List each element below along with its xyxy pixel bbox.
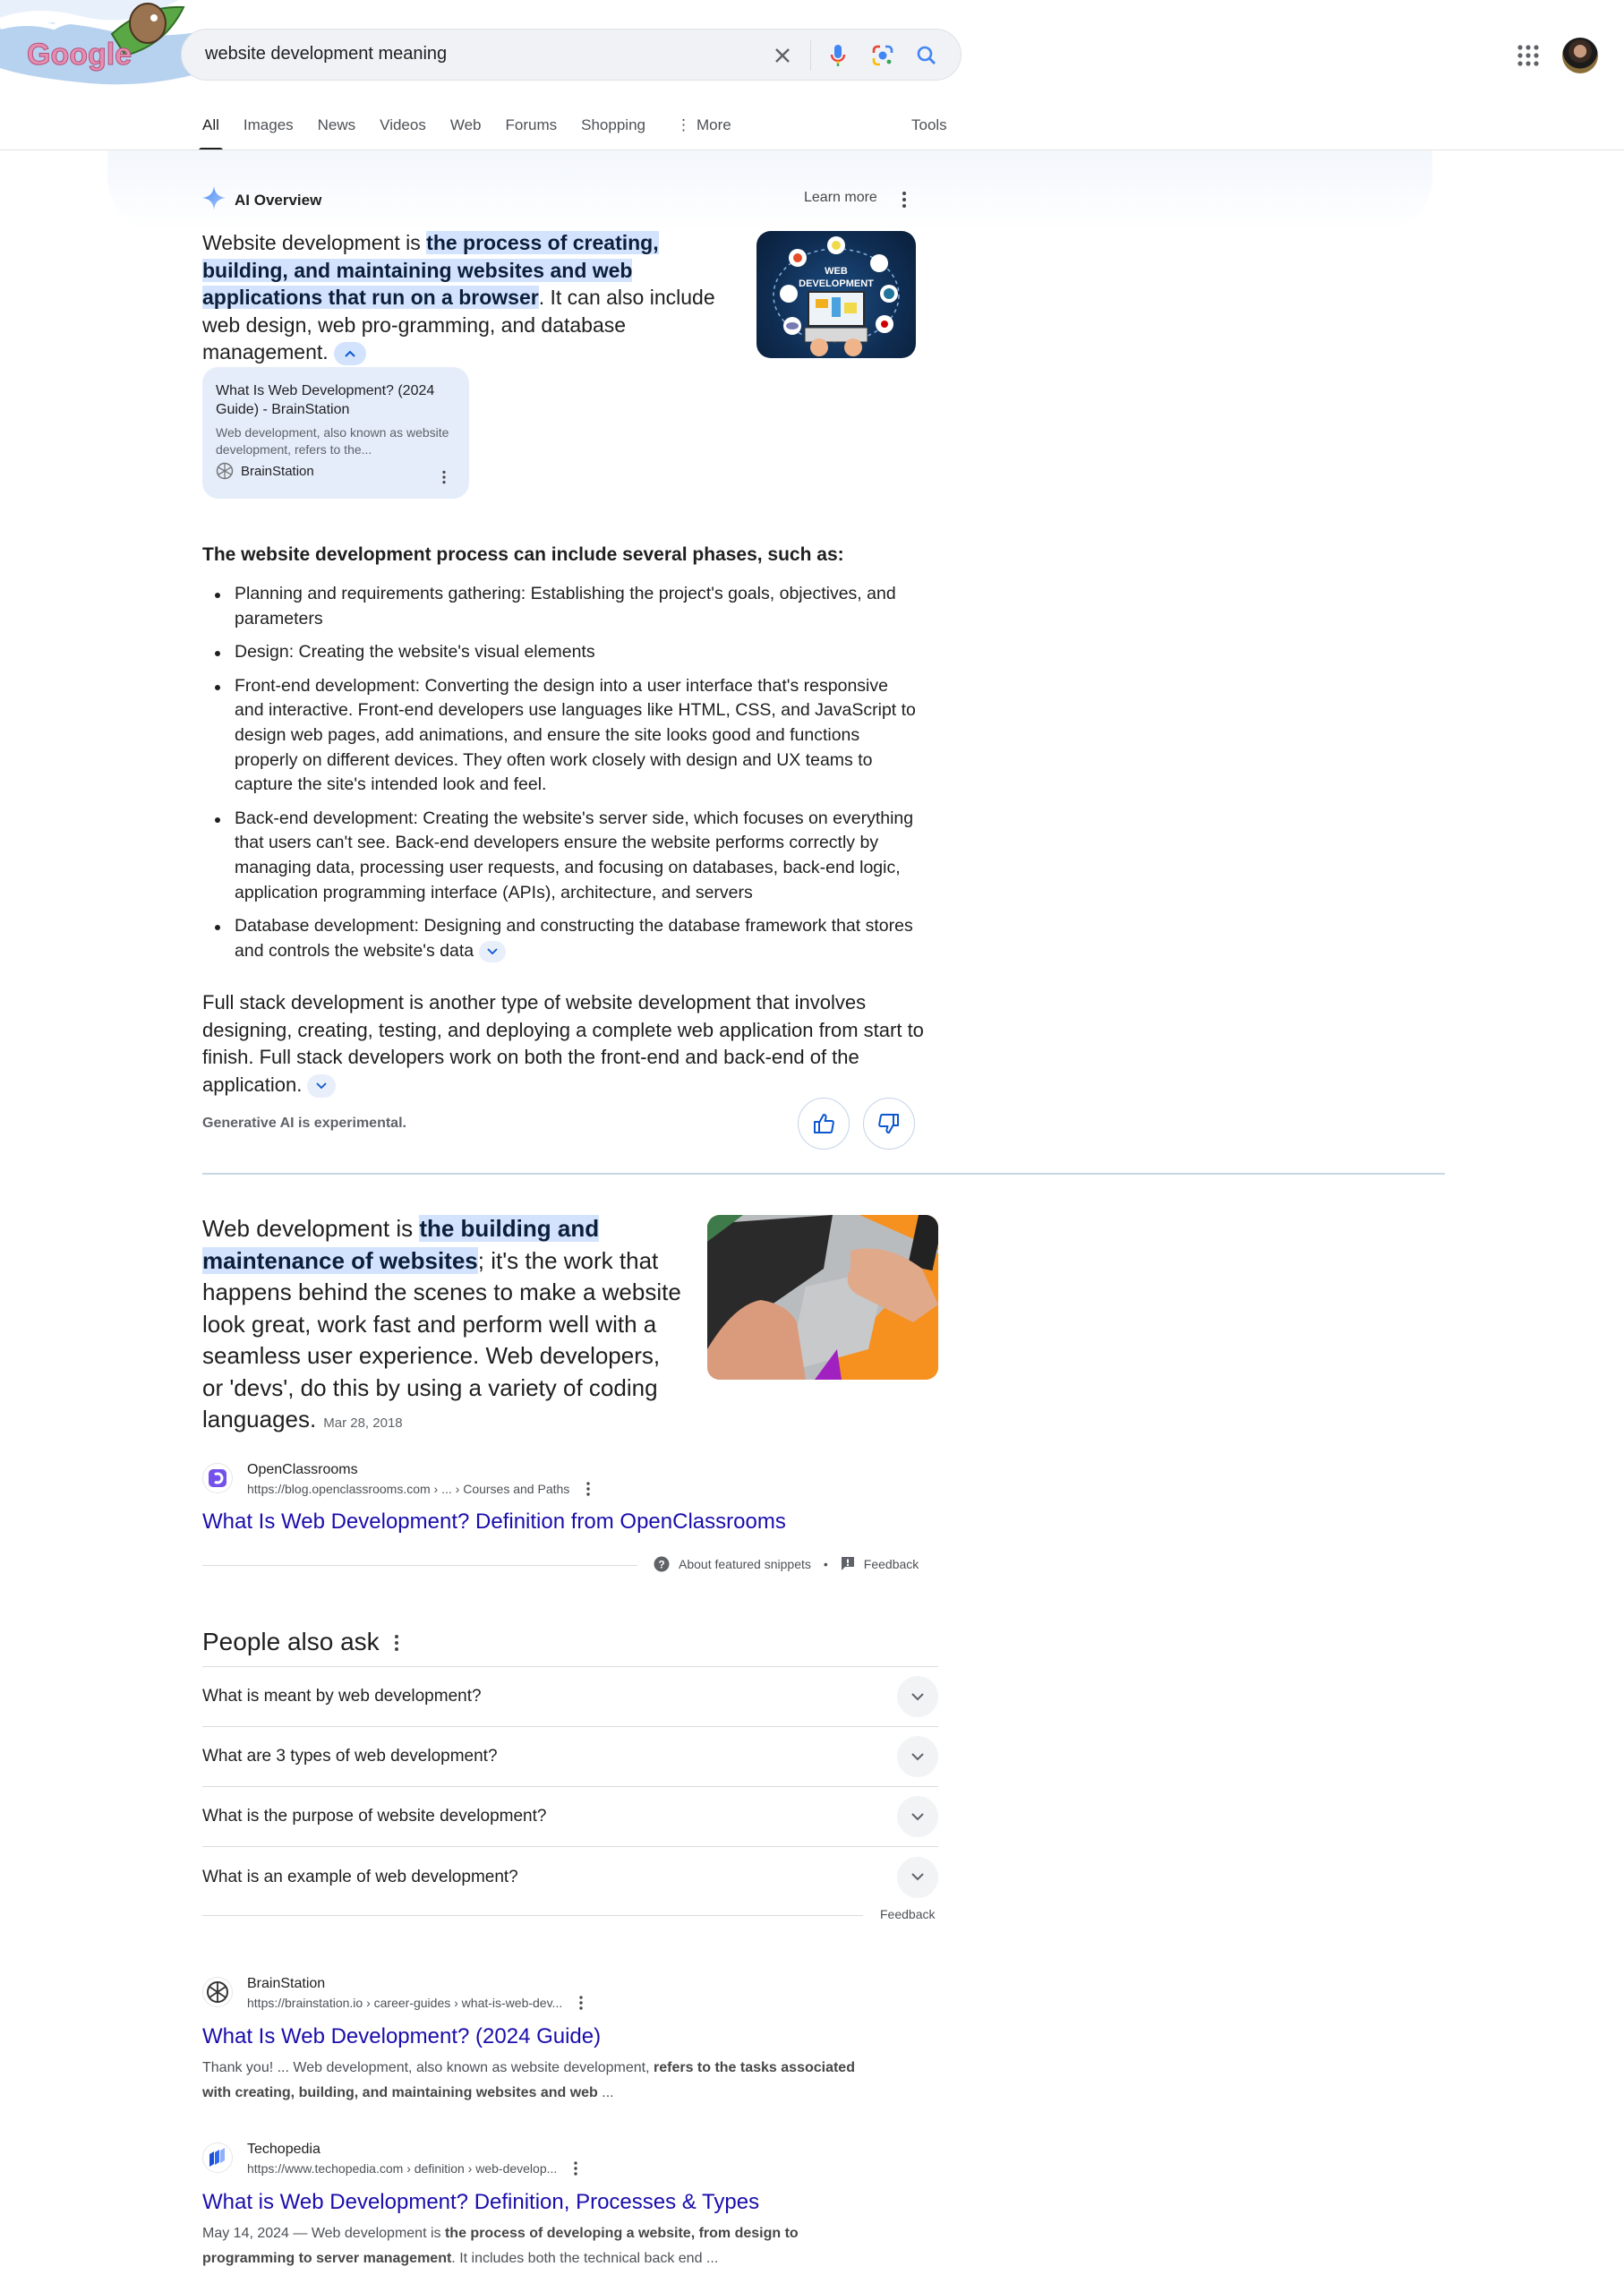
chevron-down-icon [486,947,498,954]
people-also-ask-list: What is meant by web development? What a… [202,1666,938,1907]
snippet-feedback-link[interactable]: Feedback [864,1557,919,1571]
result-source[interactable]: Techopedia https://www.techopedia.com › … [202,2141,582,2178]
help-circle-icon: ? [654,1556,670,1572]
apps-grid-icon[interactable] [1516,43,1541,68]
snippet-source[interactable]: OpenClassrooms https://blog.openclassroo… [202,1461,594,1499]
paa-question[interactable]: What are 3 types of web development? [202,1727,938,1787]
account-avatar[interactable] [1562,38,1598,73]
more-vert-icon: ⋮ [675,116,691,133]
tools-button[interactable]: Tools [911,116,947,134]
paa-question[interactable]: What is the purpose of website developme… [202,1787,938,1847]
snippet-site-name: OpenClassrooms [247,1462,358,1477]
web-development-image[interactable]: WEB DEVELOPMENT [756,231,916,358]
thumbs-up-icon [814,1114,834,1133]
thumbs-down-button[interactable] [863,1098,915,1150]
source-card-snippet: Web development, also known as website d… [216,425,449,457]
result-site-name: BrainStation [247,1976,326,1991]
snippet-footer: ? About featured snippets • Feedback [654,1556,919,1572]
laptop-typing-image[interactable] [707,1215,938,1380]
tab-videos[interactable]: Videos [380,113,426,150]
snippet-date: Mar 28, 2018 [323,1415,403,1431]
featured-snippet-text: Web development is the building and main… [202,1215,681,1432]
result-url: https://www.techopedia.com › definition … [247,2161,558,2176]
paa-options-icon[interactable] [390,1633,403,1653]
techopedia-favicon [202,2142,233,2173]
source-card-title: What Is Web Development? (2024 Guide) - … [216,383,435,417]
search-box[interactable]: website development meaning [181,29,962,81]
result-title-link[interactable]: What Is Web Development? (2024 Guide) [202,2024,601,2049]
phases-heading: The website development process can incl… [202,544,844,565]
result-site-name: Techopedia [247,2142,321,2157]
svg-text:Google: Google [27,38,132,72]
tab-shopping[interactable]: Shopping [581,113,645,150]
learn-more-link[interactable]: Learn more [804,190,877,206]
ai-overview-label: AI Overview [235,191,322,209]
paa-footer-divider [202,1915,863,1916]
tab-forums[interactable]: Forums [506,113,558,150]
ai-overview-header: AI Overview [202,186,321,214]
svg-text:DEVELOPMENT: DEVELOPMENT [799,278,874,289]
paa-question[interactable]: What is meant by web development? [202,1667,938,1727]
chevron-down-icon [316,1082,328,1089]
gemini-sparkle-icon [202,186,226,214]
svg-text:?: ? [658,1559,664,1571]
result-url: https://brainstation.io › career-guides … [247,1996,563,2010]
result-snippet: May 14, 2024 — Web development is the pr… [202,2226,799,2266]
thumbs-down-icon [878,1114,899,1133]
thumbs-up-button[interactable] [798,1098,850,1150]
tab-news[interactable]: News [318,113,356,150]
search-divider [810,40,811,71]
tab-more[interactable]: ⋮ More [676,113,731,150]
phase-item: Planning and requirements gathering: Est… [202,582,919,631]
expand-source-button[interactable] [478,940,506,962]
search-tabs: All Images News Videos Web Forums Shoppi… [199,113,756,150]
result-options-icon[interactable] [570,2160,581,2177]
svg-text:WEB: WEB [825,266,848,277]
chevron-down-icon [897,1736,938,1777]
openclassrooms-favicon [202,1463,233,1493]
people-also-ask-heading: People also ask [202,1628,380,1655]
ai-disclaimer: Generative AI is experimental. [202,1116,406,1131]
brainstation-favicon [202,1977,233,2007]
snippet-footer-divider [202,1565,637,1566]
search-icon[interactable] [913,42,940,69]
about-featured-snippets-link[interactable]: About featured snippets [679,1557,811,1571]
microphone-icon[interactable] [825,42,851,69]
result-source[interactable]: BrainStation https://brainstation.io › c… [202,1975,587,2013]
paa-question[interactable]: What is an example of web development? [202,1847,938,1907]
feedback-flag-icon [841,1556,855,1572]
brainstation-favicon [216,462,234,480]
result-options-icon[interactable] [583,1481,594,1498]
expand-source-button[interactable] [307,1073,337,1098]
result-title-link[interactable]: What is Web Development? Definition, Pro… [202,2190,759,2215]
ai-overview-divider [202,1173,1445,1175]
source-card-options-icon[interactable] [439,469,449,485]
source-card-site: BrainStation [241,463,314,479]
tab-all[interactable]: All [199,113,223,150]
result-options-icon[interactable] [576,1995,586,2012]
chevron-down-icon [897,1676,938,1717]
phases-list: Planning and requirements gathering: Est… [202,582,919,972]
phase-item: Front-end development: Converting the de… [202,674,919,798]
search-input[interactable]: website development meaning [205,44,447,64]
snippet-url: https://blog.openclassrooms.com › ... › … [247,1482,570,1496]
collapse-sources-button[interactable] [334,341,367,365]
phase-item: Design: Creating the website's visual el… [202,640,919,665]
phase-item: Database development: Designing and cons… [202,914,919,963]
snippet-result-title-link[interactable]: What Is Web Development? Definition from… [202,1509,786,1535]
phase-item: Back-end development: Creating the websi… [202,807,919,905]
ai-source-card[interactable]: What Is Web Development? (2024 Guide) - … [202,367,469,499]
chevron-down-icon [897,1856,938,1898]
clear-icon[interactable] [769,42,796,69]
tab-web[interactable]: Web [450,113,482,150]
chevron-up-icon [345,350,355,357]
chevron-down-icon [897,1796,938,1837]
paa-feedback-link[interactable]: Feedback [880,1907,935,1921]
result-snippet: Thank you! ... Web development, also kno… [202,2060,855,2100]
full-stack-paragraph: Full stack development is another type o… [202,989,927,1099]
ai-overview-options-icon[interactable] [898,190,910,210]
ai-overview-summary: Website development is the process of cr… [202,231,715,365]
lens-icon[interactable] [869,42,896,69]
tab-images[interactable]: Images [244,113,294,150]
